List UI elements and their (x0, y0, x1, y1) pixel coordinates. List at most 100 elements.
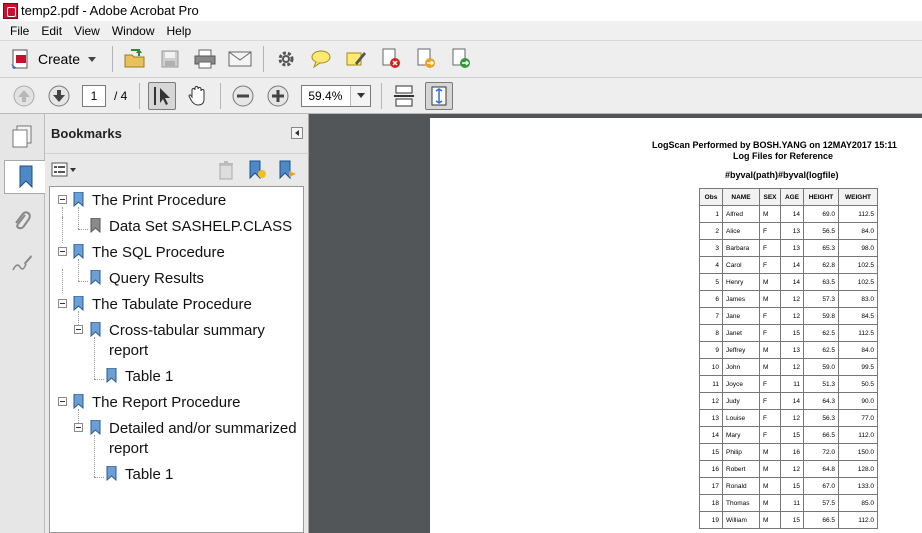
sign-button[interactable] (342, 45, 370, 73)
signatures-button[interactable] (6, 246, 38, 280)
bookmark-table-1[interactable]: Table 1 (106, 367, 173, 387)
bookmark-print-procedure[interactable]: The Print Procedure (73, 191, 226, 211)
collapse-toggle[interactable] (58, 397, 67, 406)
menu-view[interactable]: View (68, 24, 106, 38)
table-cell: F (760, 410, 780, 426)
table-cell: 14 (781, 274, 803, 290)
table-cell: 14 (781, 393, 803, 409)
bookmark-cross-tabular-summary[interactable]: Cross-tabular summary report (90, 321, 265, 361)
table-cell: F (760, 427, 780, 443)
hand-tool-button[interactable] (183, 82, 211, 110)
table-row: 7 Jane F 12 59.8 84.5 (700, 308, 877, 324)
new-bookmark-from-structure-button[interactable] (277, 160, 297, 183)
table-cell: 56.5 (804, 223, 838, 239)
export-button[interactable] (447, 45, 475, 73)
table-cell: Joyce (723, 376, 759, 392)
collapse-toggle[interactable] (74, 325, 83, 334)
menu-help[interactable]: Help (161, 24, 198, 38)
email-button[interactable] (226, 45, 254, 73)
bookmark-tabulate-procedure[interactable]: The Tabulate Procedure (73, 295, 252, 315)
open-button[interactable] (121, 45, 149, 73)
table-cell: 98.0 (839, 240, 877, 256)
menu-file[interactable]: File (4, 24, 35, 38)
table-cell: 112.5 (839, 206, 877, 222)
menu-window[interactable]: Window (106, 24, 161, 38)
collapse-toggle[interactable] (58, 247, 67, 256)
share-button[interactable] (412, 45, 440, 73)
chevron-down-icon[interactable] (350, 85, 371, 106)
table-row: 10 John M 12 59.0 99.5 (700, 359, 877, 375)
table-body: 1 Alfred M 14 69.0 112.5 2 Alice F 13 56.5 84.0 3 Bar… (700, 206, 877, 528)
save-button[interactable] (156, 45, 184, 73)
table-cell: M (760, 342, 780, 358)
document-view[interactable]: LogScan Performed by BOSH.YANG on 12MAY2… (309, 114, 922, 533)
fit-page-button[interactable] (425, 81, 454, 110)
zoom-select[interactable]: 59.4% (301, 84, 372, 107)
scrolling-mode-button[interactable] (390, 82, 418, 110)
table-cell: 150.0 (839, 444, 877, 460)
table-cell: 50.5 (839, 376, 877, 392)
bookmark-detailed-summarized[interactable]: Detailed and/or summarized report (90, 419, 297, 459)
page-heading-byval: #byval(path)#byval(logfile) (725, 170, 839, 180)
table-row: 11 Joyce F 11 51.3 50.5 (700, 376, 877, 392)
table-cell: 14 (700, 427, 722, 443)
bookmark-table-1[interactable]: Table 1 (106, 465, 173, 485)
create-pdf-icon (11, 49, 28, 69)
column-header-age: AGE (781, 189, 803, 205)
delete-bookmark-button[interactable] (217, 160, 235, 183)
bookmark-sql-procedure[interactable]: The SQL Procedure (73, 243, 225, 263)
options-menu-button[interactable] (51, 161, 77, 179)
bookmarks-panel-button[interactable] (4, 160, 46, 194)
comment-button[interactable] (307, 45, 335, 73)
collapse-panel-button[interactable] (291, 127, 303, 139)
arrow-down-icon (48, 85, 70, 106)
table-cell: 59.8 (804, 308, 838, 324)
bookmark-report-procedure[interactable]: The Report Procedure (73, 393, 240, 413)
page-number-input[interactable]: 1 (82, 84, 106, 107)
bookmark-label: Cross-tabular summary report (109, 322, 265, 359)
bookmarks-toolbar (45, 158, 309, 184)
table-cell: 19 (700, 512, 722, 528)
window-title: temp2.pdf - Adobe Acrobat Pro (21, 3, 199, 18)
print-button[interactable] (191, 45, 219, 73)
table-cell: 112.0 (839, 512, 877, 528)
menu-edit[interactable]: Edit (35, 24, 68, 38)
settings-button[interactable] (272, 45, 300, 73)
collapse-toggle[interactable] (74, 423, 83, 432)
bookmarks-panel: Bookmarks The Print Procedure Data Set S… (45, 114, 309, 533)
select-tool-button[interactable] (148, 81, 177, 110)
table-cell: F (760, 223, 780, 239)
page-total: / 4 (114, 88, 128, 103)
create-button[interactable]: Create (10, 45, 104, 73)
remove-button[interactable] (377, 45, 405, 73)
column-header-sex: SEX (760, 189, 780, 205)
table-cell: 62.5 (804, 325, 838, 341)
table-cell: 56.3 (804, 410, 838, 426)
table-cell: F (760, 376, 780, 392)
table-cell: 12 (781, 359, 803, 375)
next-page-button[interactable] (45, 82, 73, 110)
bookmark-query-results[interactable]: Query Results (90, 269, 204, 289)
zoom-in-button[interactable] (264, 82, 292, 110)
zoom-out-button[interactable] (229, 82, 257, 110)
envelope-icon (228, 51, 252, 67)
page-heading-log-files: Log Files for Reference (733, 151, 834, 161)
new-bookmark-button[interactable] (247, 160, 267, 183)
table-cell: 6 (700, 291, 722, 307)
attachments-button[interactable] (6, 204, 38, 238)
table-cell: M (760, 461, 780, 477)
page-thumbnails-button[interactable] (6, 120, 38, 154)
table-cell: 18 (700, 495, 722, 511)
table-cell: M (760, 495, 780, 511)
collapse-toggle[interactable] (58, 195, 67, 204)
bookmark-data-set[interactable]: Data Set SASHELP.CLASS (90, 217, 292, 237)
collapse-toggle[interactable] (58, 299, 67, 308)
table-row: 18 Thomas M 11 57.5 85.0 (700, 495, 877, 511)
bookmark-icon (90, 322, 101, 337)
page-heading-logscan: LogScan Performed by BOSH.YANG on 12MAY2… (652, 140, 897, 150)
bookmarks-tree: The Print Procedure Data Set SASHELP.CLA… (49, 186, 304, 533)
table-cell: M (760, 359, 780, 375)
fit-page-icon (431, 86, 447, 105)
previous-page-button[interactable] (10, 82, 38, 110)
bookmark-label: Table 1 (125, 466, 174, 483)
